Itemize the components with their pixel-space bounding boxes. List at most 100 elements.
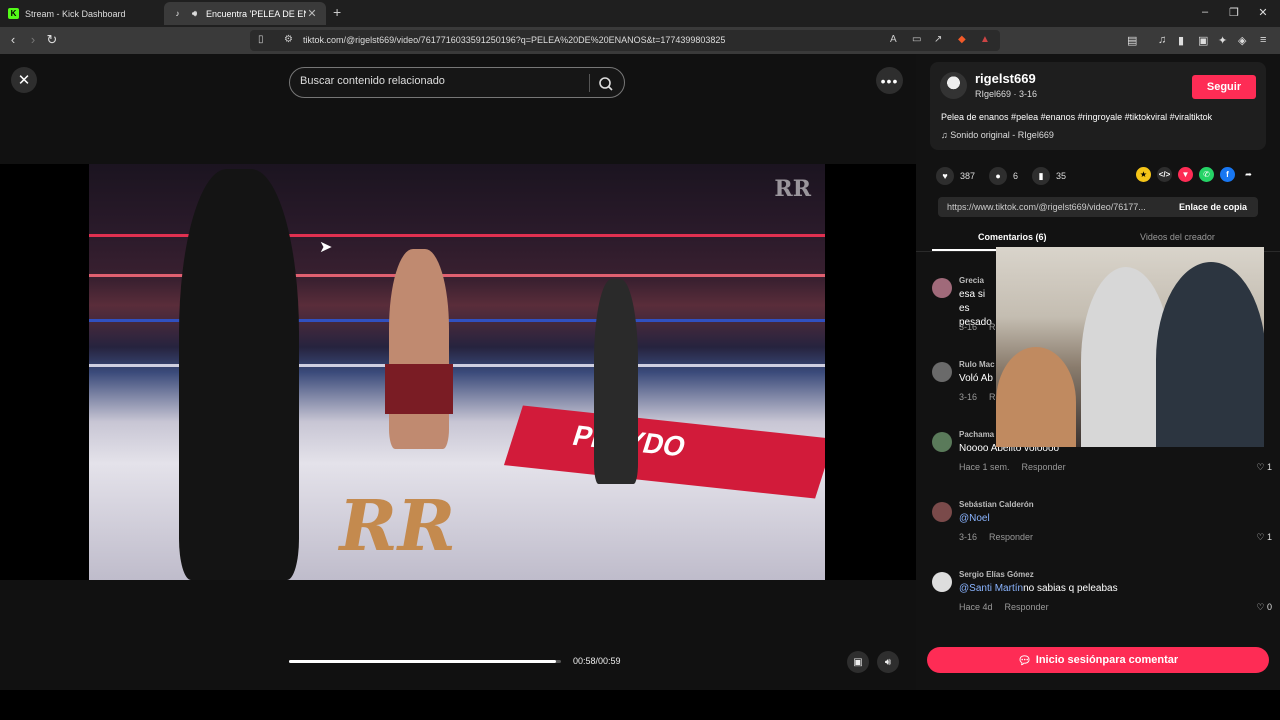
media-icon[interactable]: ♫ — [1158, 34, 1166, 46]
comment-meta: 3-16 Re — [959, 392, 1001, 402]
avatar[interactable] — [932, 502, 952, 522]
pip-button[interactable]: ▣ — [847, 651, 869, 673]
sound-link[interactable]: ♫ Sonido original - RIgel669 — [941, 130, 1054, 140]
facebook-icon[interactable]: f — [1220, 167, 1235, 182]
comment-item: Sebástian Calderón @Noel 3-16 Responder ♡… — [932, 500, 1272, 560]
menu-icon[interactable]: ≡ — [1260, 34, 1266, 46]
tab-title: Stream - Kick Dashboard — [25, 8, 126, 19]
comment-mention[interactable]: @Noel — [959, 512, 1259, 526]
kick-icon: K — [8, 8, 19, 19]
whatsapp-icon[interactable]: ✆ — [1199, 167, 1214, 182]
webcam-person-right — [1156, 262, 1264, 447]
share-link-box: https://www.tiktok.com/@rigelst669/video… — [938, 197, 1258, 217]
sponsor-banner: PLAYDO — [503, 405, 825, 499]
close-video-button[interactable]: ✕ — [11, 67, 37, 93]
brave-shield-icon[interactable]: ◆ — [958, 34, 966, 45]
search-divider — [589, 74, 590, 92]
brave-rewards-icon[interactable]: ▲ — [980, 34, 990, 45]
comment-date: 3-16 — [959, 532, 978, 542]
comment-like-count: 1 — [1266, 532, 1272, 542]
address-toolbar: ‹ › ↻ ▯ ⚙ tiktok.com/@rigelst669/video/7… — [0, 27, 1280, 54]
browser-tab-kick[interactable]: K Stream - Kick Dashboard — [0, 2, 160, 25]
tab-close-icon[interactable]: ✕ — [306, 7, 318, 20]
share-link-url[interactable]: https://www.tiktok.com/@rigelst669/video… — [947, 202, 1167, 212]
url-field[interactable]: ▯ ⚙ tiktok.com/@rigelst669/video/7617716… — [250, 30, 1000, 51]
share-arrow-icon[interactable]: ➦ — [1241, 167, 1256, 182]
sidebar-icon[interactable]: ▮ — [1178, 34, 1184, 47]
comment-meta: 3-16 Re — [959, 322, 1001, 332]
comment-meta: Hace 1 sem. Responder — [959, 462, 1066, 472]
send-icon[interactable]: ▼ — [1178, 167, 1193, 182]
video-frame[interactable]: RR PLAYDO RR — [89, 164, 825, 580]
engagement-stats: ♥ 387 ● 6 ▮ 35 — [936, 166, 1080, 186]
url-text: tiktok.com/@rigelst669/video/76177160335… — [303, 35, 726, 45]
sound-label: Sonido original - RIgel669 — [950, 130, 1054, 140]
comment-date: Hace 1 sem. — [959, 462, 1010, 472]
repost-icon[interactable]: ★ — [1136, 167, 1151, 182]
more-options-button[interactable]: ••• — [876, 67, 903, 94]
share-page-icon[interactable]: ↗ — [934, 34, 942, 45]
bottom-bar — [0, 690, 1280, 720]
comment-author[interactable]: Sebástian Calderón — [959, 500, 1034, 509]
minimize-icon[interactable]: – — [1198, 6, 1212, 18]
video-progress-bar[interactable] — [289, 660, 561, 663]
search-input[interactable] — [300, 75, 580, 87]
comment-author[interactable]: Pachama — [959, 430, 994, 439]
volume-button[interactable]: 🔊︎ — [877, 651, 899, 673]
wallet-icon[interactable]: ▣ — [1198, 34, 1208, 47]
avatar[interactable] — [932, 278, 952, 298]
reply-button[interactable]: Responder — [1005, 602, 1049, 612]
window-close-icon[interactable]: ✕ — [1256, 6, 1270, 19]
avatar[interactable] — [932, 432, 952, 452]
volume-icon: 🔊︎ — [884, 656, 892, 668]
forward-icon[interactable]: › — [26, 32, 40, 47]
search-bar[interactable] — [289, 67, 625, 98]
heart-outline-icon: ♡ — [1256, 462, 1265, 472]
comment-body: no sabias q peleabas — [1023, 583, 1118, 594]
avatar[interactable] — [940, 72, 967, 99]
cast-icon[interactable]: ▭ — [912, 34, 921, 45]
heart-outline-icon: ♡ — [1256, 532, 1265, 542]
new-tab-button[interactable]: + — [333, 4, 341, 20]
comment-date: Hace 4d — [959, 602, 993, 612]
avatar[interactable] — [932, 362, 952, 382]
save-count: 35 — [1056, 171, 1067, 181]
vpn-icon[interactable]: ◈ — [1238, 34, 1246, 47]
search-icon[interactable] — [596, 74, 616, 94]
progress-fill — [289, 660, 556, 663]
comment-like-count: 1 — [1266, 462, 1272, 472]
leo-icon[interactable]: ✦ — [1218, 34, 1227, 47]
reload-icon[interactable]: ↻ — [45, 32, 59, 48]
comment-date: 3-16 — [959, 392, 978, 402]
save-stat[interactable]: ▮ 35 — [1032, 167, 1066, 185]
browser-tab-tiktok[interactable]: ♪ 🔊︎ Encuentra 'PELEA DE ENANOS ✕ — [164, 2, 326, 25]
copy-link-button[interactable]: Enlace de copia — [1168, 197, 1258, 217]
comment-author[interactable]: Rulo Mac — [959, 360, 995, 369]
comment-author[interactable]: Grecia — [959, 276, 984, 285]
embed-icon[interactable]: </> — [1157, 167, 1172, 182]
site-info-icon[interactable]: ⚙ — [284, 34, 293, 45]
restore-icon[interactable]: ❐ — [1227, 6, 1241, 19]
login-to-comment-button[interactable]: 💬︎ Inicio sesiónpara comentar — [927, 647, 1269, 673]
comment-meta: 3-16 Responder — [959, 532, 1033, 542]
comment-stat[interactable]: ● 6 — [989, 167, 1018, 185]
comment-date: 3-16 — [959, 322, 978, 332]
translate-icon[interactable]: A — [890, 34, 897, 45]
comment-author[interactable]: Sergio Elías Gómez — [959, 570, 1034, 579]
comment-like[interactable]: ♡ 1 — [1256, 532, 1272, 543]
back-icon[interactable]: ‹ — [6, 32, 20, 47]
comment-mention[interactable]: @Santi Martín — [959, 583, 1023, 594]
reply-button[interactable]: Responder — [989, 532, 1033, 542]
author-username[interactable]: rigelst669 — [975, 71, 1036, 86]
tab-creator-videos[interactable]: Videos del creador — [1140, 232, 1215, 242]
follow-button[interactable]: Seguir — [1192, 75, 1256, 99]
comment-like[interactable]: ♡ 1 — [1256, 462, 1272, 473]
comment-like[interactable]: ♡ 0 — [1256, 602, 1272, 613]
bookmark-icon[interactable]: ▯ — [258, 34, 264, 45]
tab-comments[interactable]: Comentarios (6) — [978, 232, 1047, 242]
avatar[interactable] — [932, 572, 952, 592]
reply-button[interactable]: Responder — [1022, 462, 1066, 472]
like-stat[interactable]: ♥ 387 — [936, 167, 975, 185]
speaker-icon[interactable]: 🔊︎ — [189, 8, 200, 19]
reader-icon[interactable]: ▤ — [1127, 34, 1137, 47]
